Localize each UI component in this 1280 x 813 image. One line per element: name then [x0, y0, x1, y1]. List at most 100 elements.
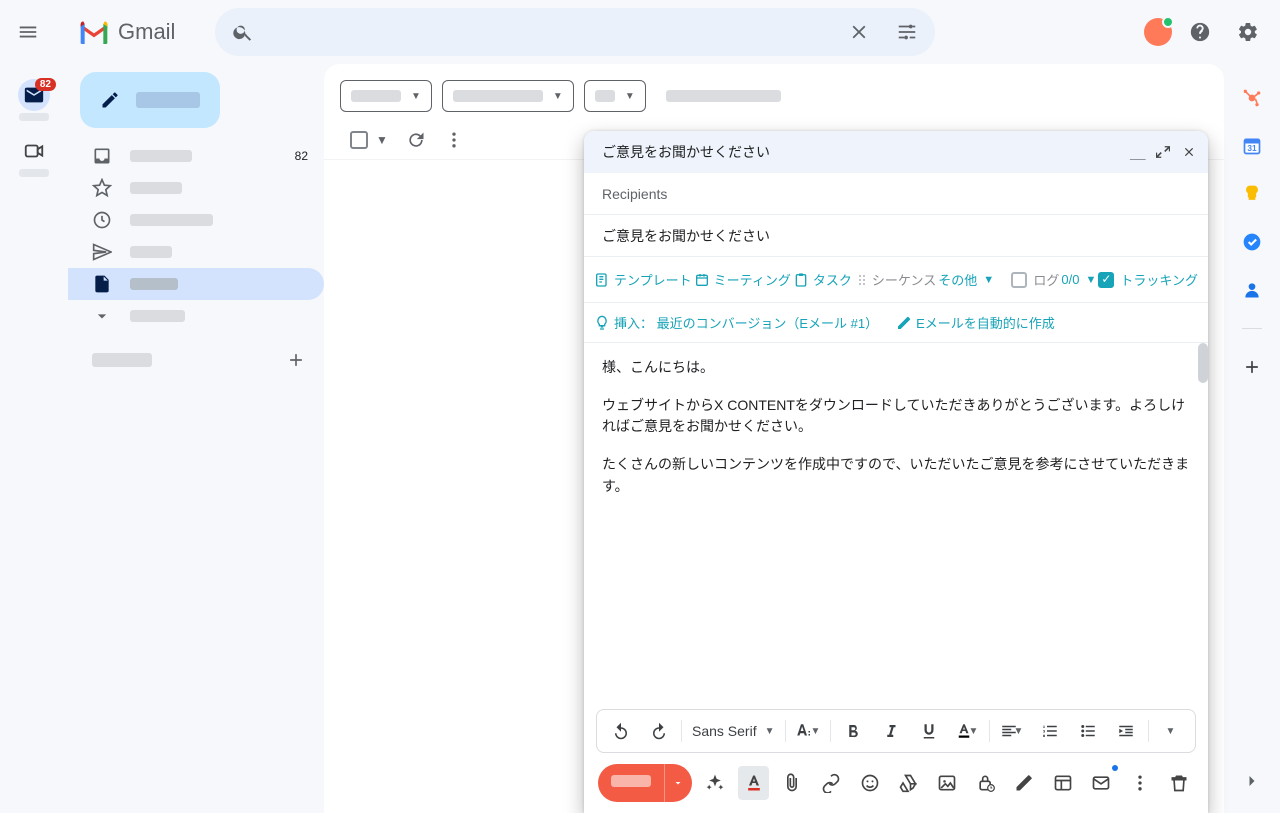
compose-small-icon [896, 315, 912, 331]
header-right [945, 12, 1268, 52]
more-options-button[interactable] [1125, 766, 1156, 800]
redo-button[interactable] [643, 715, 675, 747]
italic-button[interactable] [875, 715, 907, 747]
nav-sent[interactable] [68, 236, 324, 268]
search-input[interactable] [271, 22, 831, 42]
compose-button[interactable] [80, 72, 220, 128]
labels-section-label [92, 353, 152, 367]
attach-button[interactable] [777, 766, 808, 800]
text-color-button[interactable]: ▼ [951, 715, 983, 747]
text-format-icon [744, 773, 764, 793]
hs-log[interactable]: ログ [1011, 270, 1059, 289]
scrollbar-thumb[interactable] [1198, 343, 1208, 383]
nav-inbox[interactable]: 82 [68, 140, 324, 172]
compose-body[interactable]: 様、こんにちは。 ウェブサイトからX CONTENTをダウンロードしていただきあ… [584, 343, 1208, 709]
more-formatting-button[interactable]: ▼ [1155, 715, 1187, 747]
recipients-field[interactable]: Recipients [584, 173, 1208, 215]
compose-title: ご意見をお聞かせください [602, 142, 770, 162]
hs-sequences[interactable]: シーケンス [872, 270, 936, 289]
send-button[interactable] [598, 764, 692, 802]
filter-chip-2[interactable]: ▼ [442, 80, 574, 112]
right-rail-contacts[interactable] [1242, 280, 1262, 300]
font-family-dropdown[interactable]: Sans Serif▼ [688, 723, 779, 739]
nav-snoozed[interactable] [68, 204, 324, 236]
add-label-button[interactable] [280, 344, 312, 376]
drag-handle-icon[interactable] [854, 272, 870, 288]
hs-meetings[interactable]: ミーティング [694, 270, 791, 289]
support-button[interactable] [1180, 12, 1220, 52]
nav-starred[interactable] [68, 172, 324, 204]
trash-icon [1169, 773, 1189, 793]
unread-badge: 82 [35, 78, 56, 91]
emoji-button[interactable] [854, 766, 885, 800]
underline-button[interactable] [913, 715, 945, 747]
filter-chip-3[interactable]: ▼ [584, 80, 646, 112]
rail-mail[interactable]: 82 [6, 72, 62, 128]
right-rail-add[interactable] [1242, 357, 1262, 377]
text-format-toggle[interactable] [738, 766, 769, 800]
bullet-list-button[interactable] [1072, 715, 1104, 747]
plus-icon [286, 350, 306, 370]
font-size-button[interactable]: ▼ [792, 715, 824, 747]
hs-more[interactable]: その他▼ [938, 270, 994, 289]
bullet-list-icon [1079, 722, 1097, 740]
confidential-button[interactable] [970, 766, 1001, 800]
right-rail-tasks[interactable] [1242, 232, 1262, 252]
mail-check-icon [1091, 773, 1111, 793]
rail-meet[interactable] [6, 128, 62, 184]
indent-button[interactable] [1110, 715, 1142, 747]
schedule-button[interactable] [1086, 766, 1117, 800]
subject-field[interactable]: ご意見をお聞かせください [584, 215, 1208, 257]
hs-tasks[interactable]: タスク [793, 270, 852, 289]
hamburger-icon [17, 21, 39, 43]
hs-auto-email[interactable]: Eメールを自動的に作成 [896, 313, 1055, 332]
right-rail-hubspot[interactable] [1242, 88, 1262, 108]
app-header: Gmail [0, 0, 1280, 64]
drive-icon [898, 773, 918, 793]
rail-meet-label [19, 169, 49, 177]
hs-count[interactable]: 0/0▼ [1061, 272, 1096, 287]
drive-button[interactable] [893, 766, 924, 800]
right-rail-keep[interactable] [1242, 184, 1262, 204]
search-clear-button[interactable] [839, 12, 879, 52]
link-button[interactable] [816, 766, 847, 800]
filter-chip-4[interactable] [656, 80, 791, 112]
gmail-logo[interactable]: Gmail [78, 19, 175, 45]
undo-button[interactable] [605, 715, 637, 747]
right-rail-collapse[interactable] [1242, 771, 1262, 791]
signature-button[interactable] [1009, 766, 1040, 800]
hs-insert[interactable]: 挿入： 最近のコンバージョン（Eメール #1） [594, 313, 878, 332]
fullscreen-icon[interactable] [1156, 145, 1170, 159]
image-button[interactable] [932, 766, 963, 800]
select-all-checkbox[interactable] [350, 131, 368, 149]
chevron-right-icon [1242, 771, 1262, 791]
hs-templates[interactable]: テンプレート [594, 270, 692, 289]
templates-icon [594, 272, 610, 288]
right-rail-calendar[interactable]: 31 [1242, 136, 1262, 156]
select-dropdown[interactable]: ▼ [376, 133, 388, 147]
hubspot-status-badge[interactable] [1144, 18, 1172, 46]
numbered-list-button[interactable] [1034, 715, 1066, 747]
refresh-icon[interactable] [406, 130, 426, 150]
ai-suggest-button[interactable] [700, 766, 731, 800]
bold-button[interactable] [837, 715, 869, 747]
filter-chip-1[interactable]: ▼ [340, 80, 432, 112]
search-bar[interactable] [215, 8, 935, 56]
discard-draft-button[interactable] [1163, 766, 1194, 800]
nav-more[interactable] [68, 300, 324, 332]
search-icon[interactable] [223, 12, 263, 52]
search-options-button[interactable] [887, 12, 927, 52]
compose-label [136, 92, 200, 108]
send-more-button[interactable] [664, 764, 692, 802]
align-button[interactable]: ▼ [996, 715, 1028, 747]
minimize-button[interactable]: __ [1130, 145, 1144, 159]
settings-button[interactable] [1228, 12, 1268, 52]
nav-drafts[interactable] [68, 268, 324, 300]
hs-tracking[interactable]: トラッキング [1098, 270, 1198, 289]
main-menu-button[interactable] [8, 12, 48, 52]
compose-header[interactable]: ご意見をお聞かせください __ [584, 131, 1208, 173]
lightbulb-icon [594, 315, 610, 331]
close-icon[interactable] [1182, 145, 1196, 159]
more-icon[interactable] [444, 130, 464, 150]
layout-button[interactable] [1047, 766, 1078, 800]
